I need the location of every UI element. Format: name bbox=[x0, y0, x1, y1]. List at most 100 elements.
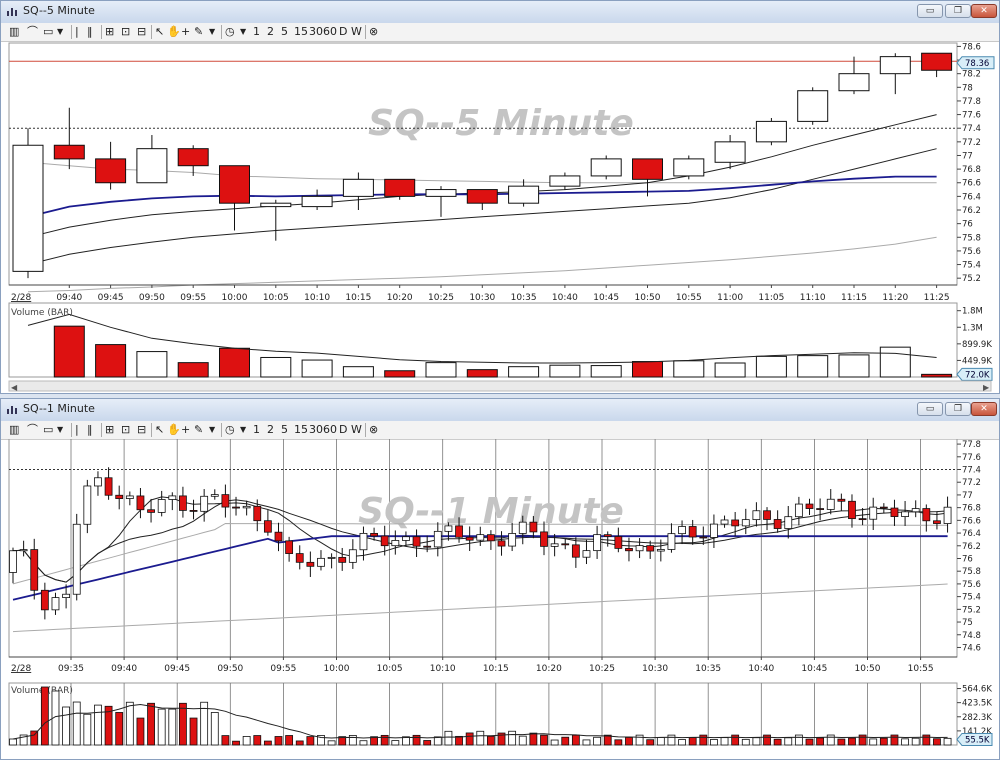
window-title: SQ--5 Minute bbox=[23, 4, 95, 17]
interval-60[interactable]: 60 bbox=[323, 24, 337, 40]
candle bbox=[168, 495, 177, 500]
cancel-icon[interactable]: ⊗ bbox=[369, 24, 378, 40]
template-icon[interactable]: ▭ bbox=[43, 422, 53, 438]
volume-bar bbox=[412, 734, 421, 746]
interval-15[interactable]: 15 bbox=[294, 24, 308, 40]
pointer-icon[interactable]: ↖ bbox=[155, 422, 164, 438]
crosshair-icon[interactable]: + bbox=[181, 24, 190, 40]
candle bbox=[794, 503, 803, 518]
y-tick-label: 74.6 bbox=[962, 643, 981, 653]
chevron-down-icon[interactable]: ▼ bbox=[209, 24, 215, 40]
crosshair-icon[interactable]: + bbox=[181, 422, 190, 438]
window-titlebar[interactable]: SQ--1 Minute ▭ ❐ ✕ bbox=[1, 399, 999, 422]
chart-area-1min[interactable]: SQ--1 Minute 74.6 74.8 75 75.2 75.4 75.6 75.8 76… bbox=[1, 439, 999, 759]
clock-icon[interactable]: ◷ bbox=[225, 24, 235, 40]
candle bbox=[497, 540, 506, 547]
chart-app-icon bbox=[7, 406, 17, 414]
chevron-down-icon[interactable]: ▼ bbox=[57, 422, 63, 438]
close-button[interactable]: ✕ bbox=[971, 4, 997, 18]
interval-2[interactable]: 2 bbox=[267, 422, 274, 438]
volume-bar bbox=[444, 730, 453, 746]
interval-30[interactable]: 30 bbox=[309, 24, 323, 40]
interval-30[interactable]: 30 bbox=[309, 422, 323, 438]
cancel-icon[interactable]: ⊗ bbox=[369, 422, 378, 438]
candle bbox=[53, 144, 85, 160]
interval-15[interactable]: 15 bbox=[294, 422, 308, 438]
volume-bar bbox=[593, 736, 601, 746]
bars-icon[interactable]: | bbox=[75, 24, 79, 40]
y-tick-label: 78.2 bbox=[962, 70, 981, 80]
pause-icon[interactable]: ‖ bbox=[87, 24, 93, 40]
volume-bar bbox=[901, 738, 909, 746]
candle bbox=[714, 141, 746, 163]
hand-icon[interactable]: ✋ bbox=[167, 422, 181, 438]
pause-icon[interactable]: ‖ bbox=[87, 422, 93, 438]
volume-bar bbox=[879, 737, 888, 746]
template-icon[interactable]: ▭ bbox=[43, 24, 53, 40]
grid-icon[interactable]: ⊞ bbox=[105, 24, 114, 40]
interval-2[interactable]: 2 bbox=[267, 24, 274, 40]
candle bbox=[157, 499, 166, 513]
interval-1[interactable]: 1 bbox=[253, 422, 260, 438]
candle bbox=[890, 507, 899, 517]
restore-button[interactable]: ❐ bbox=[945, 402, 971, 416]
y-tick-label: 75.4 bbox=[962, 593, 981, 603]
chevron-down-icon[interactable]: ▼ bbox=[240, 422, 246, 438]
volume-bar bbox=[625, 736, 633, 746]
candle bbox=[784, 516, 793, 529]
hand-icon[interactable]: ✋ bbox=[167, 24, 181, 40]
candle bbox=[646, 545, 655, 552]
interval-5[interactable]: 5 bbox=[281, 422, 288, 438]
candle bbox=[911, 508, 920, 513]
chart-type-icon[interactable]: ▥ bbox=[9, 422, 19, 438]
drawing-tool-icon[interactable]: ⌒ bbox=[27, 24, 38, 40]
volume-bar bbox=[425, 362, 457, 378]
candle bbox=[242, 505, 251, 509]
zoom-icon[interactable]: ⊡ bbox=[121, 422, 130, 438]
layout-icon[interactable]: ⊟ bbox=[137, 24, 146, 40]
candle bbox=[370, 532, 378, 537]
chevron-down-icon[interactable]: ▼ bbox=[57, 24, 63, 40]
volume-bar bbox=[9, 738, 17, 746]
interval-weekly[interactable]: W bbox=[351, 24, 362, 40]
chart-area-5min[interactable]: SQ--5 Minute 75.2 75.4 75.6 75.8 76 76.2 76.4 76… bbox=[1, 41, 999, 393]
chevron-down-icon[interactable]: ▼ bbox=[240, 24, 246, 40]
candle bbox=[752, 510, 761, 521]
interval-60[interactable]: 60 bbox=[323, 422, 337, 438]
restore-button[interactable]: ❐ bbox=[945, 4, 971, 18]
date-label: 2/28 bbox=[11, 293, 31, 303]
volume-bar bbox=[301, 359, 333, 378]
chart-type-icon[interactable]: ▥ bbox=[9, 24, 19, 40]
x-tick-label: 10:15 bbox=[345, 293, 371, 303]
chevron-down-icon[interactable]: ▼ bbox=[209, 422, 215, 438]
bars-icon[interactable]: | bbox=[75, 422, 79, 438]
volume-label: Volume (BAR) bbox=[11, 308, 73, 318]
volume-bar bbox=[95, 344, 127, 378]
minimize-button[interactable]: ▭ bbox=[917, 4, 943, 18]
interval-daily[interactable]: D bbox=[339, 24, 347, 40]
pointer-icon[interactable]: ↖ bbox=[155, 24, 164, 40]
candle bbox=[922, 508, 931, 522]
volume-bar bbox=[348, 735, 357, 746]
clock-icon[interactable]: ◷ bbox=[225, 422, 235, 438]
divider bbox=[101, 423, 102, 437]
drawing-tool-icon[interactable]: ⌒ bbox=[27, 422, 38, 438]
interval-daily[interactable]: D bbox=[339, 422, 347, 438]
zoom-icon[interactable]: ⊡ bbox=[121, 24, 130, 40]
close-button[interactable]: ✕ bbox=[971, 402, 997, 416]
interval-weekly[interactable]: W bbox=[351, 422, 362, 438]
pencil-icon[interactable]: ✎ bbox=[194, 24, 203, 40]
volume-bar bbox=[83, 713, 92, 746]
grid-icon[interactable]: ⊞ bbox=[105, 422, 114, 438]
candle bbox=[177, 148, 209, 167]
pencil-icon[interactable]: ✎ bbox=[194, 422, 203, 438]
interval-1[interactable]: 1 bbox=[253, 24, 260, 40]
layout-icon[interactable]: ⊟ bbox=[137, 422, 146, 438]
candle bbox=[232, 506, 240, 509]
volume-bar bbox=[465, 732, 474, 746]
volume-bar bbox=[710, 739, 718, 746]
volume-bar bbox=[797, 355, 829, 378]
interval-5[interactable]: 5 bbox=[281, 24, 288, 40]
minimize-button[interactable]: ▭ bbox=[917, 402, 943, 416]
window-titlebar[interactable]: SQ--5 Minute ▭ ❐ ✕ bbox=[1, 1, 999, 24]
